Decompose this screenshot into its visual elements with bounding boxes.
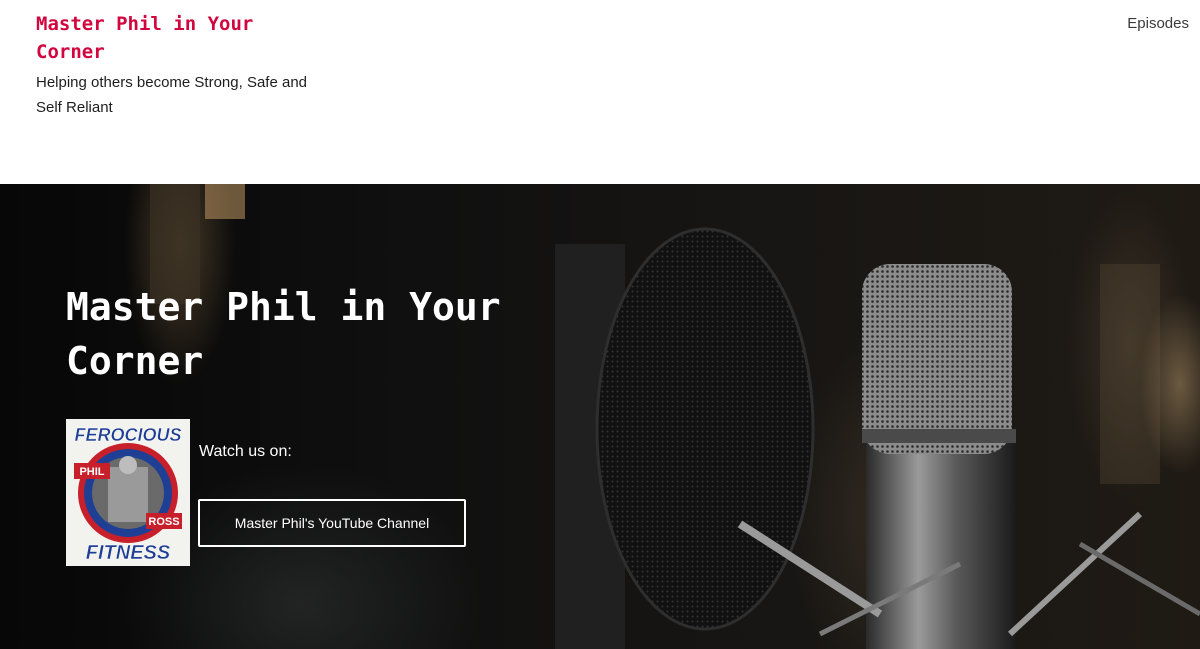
site-tagline: Helping others become Strong, Safe and S… <box>36 74 308 116</box>
watch-us-label: Watch us on: <box>199 443 292 460</box>
logo-name-right: ROSS <box>148 516 179 528</box>
hero-section: Master Phil in Your Corner FEROCIOUS PHI… <box>0 184 1200 649</box>
logo-name-left: PHIL <box>79 466 104 478</box>
logo-bottom-text: FITNESS <box>86 542 171 564</box>
ferocious-fitness-logo: FEROCIOUS PHIL ROSS FITNESS <box>66 419 190 566</box>
microphone-background-image <box>150 184 1200 649</box>
site-title-link[interactable]: Master Phil in Your Corner <box>36 10 316 66</box>
hero-title: Master Phil in Your Corner <box>66 285 501 383</box>
logo-top-text: FEROCIOUS <box>74 425 181 445</box>
youtube-channel-button[interactable]: Master Phil's YouTube Channel <box>198 499 466 547</box>
site-header: Master Phil in Your Corner Helping other… <box>0 0 1200 184</box>
nav-episodes-link[interactable]: Episodes <box>1127 13 1189 35</box>
